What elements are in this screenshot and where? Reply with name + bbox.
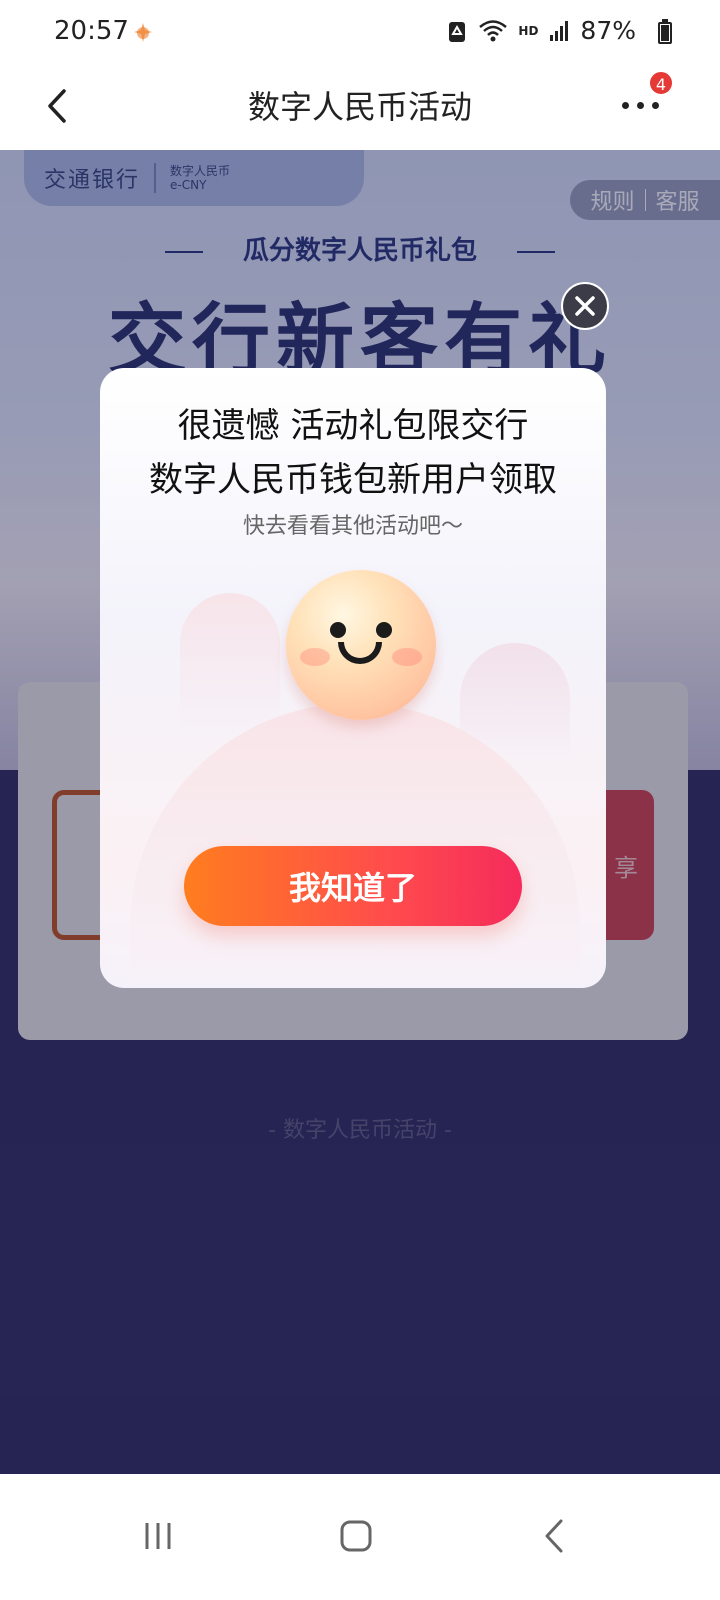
home-icon bbox=[340, 1520, 372, 1552]
more-button[interactable]: 4 bbox=[612, 70, 682, 136]
smiley-face-icon bbox=[286, 570, 436, 720]
system-navigation-bar bbox=[0, 1474, 720, 1600]
status-time: 20:57 bbox=[54, 16, 129, 46]
dialog-subtext: 快去看看其他活动吧～ bbox=[242, 514, 463, 539]
notification-app-icon bbox=[134, 23, 152, 42]
more-dots-icon bbox=[622, 102, 659, 109]
smiley-mouth bbox=[338, 642, 382, 664]
recent-apps-button[interactable] bbox=[128, 1506, 188, 1566]
recycle-icon bbox=[449, 21, 466, 42]
status-icons: HD 87% bbox=[446, 16, 658, 45]
decor-hill-left bbox=[180, 593, 280, 733]
recent-apps-icon bbox=[145, 1523, 171, 1549]
smiley-cheek-right bbox=[392, 648, 422, 666]
dialog-message-line1: 很遗憾 活动礼包限交行 bbox=[177, 406, 529, 446]
notice-dialog: 很遗憾 活动礼包限交行 数字人民币钱包新用户领取 快去看看其他活动吧～ 我知道了 bbox=[100, 368, 606, 988]
system-back-button[interactable] bbox=[524, 1506, 584, 1566]
app-header: 数字人民币活动 4 bbox=[0, 64, 720, 150]
confirm-button[interactable]: 我知道了 bbox=[184, 846, 522, 926]
close-icon bbox=[575, 296, 595, 316]
status-bar: 20:57 HD 87% bbox=[0, 0, 720, 64]
wifi-icon bbox=[479, 19, 508, 41]
battery-icon bbox=[658, 19, 672, 44]
smiley-eye-left bbox=[330, 622, 346, 638]
smiley-eye-right bbox=[376, 622, 392, 638]
battery-percent: 87% bbox=[580, 16, 636, 45]
dialog-message-line2: 数字人民币钱包新用户领取 bbox=[149, 460, 557, 500]
notification-badge: 4 bbox=[648, 70, 674, 96]
dialog-close-button[interactable] bbox=[561, 282, 609, 330]
smiley-cheek-left bbox=[300, 648, 330, 666]
network-hd-label: HD bbox=[518, 23, 539, 38]
home-button[interactable] bbox=[326, 1506, 386, 1566]
system-back-icon bbox=[545, 1519, 563, 1553]
signal-icon bbox=[550, 20, 569, 41]
